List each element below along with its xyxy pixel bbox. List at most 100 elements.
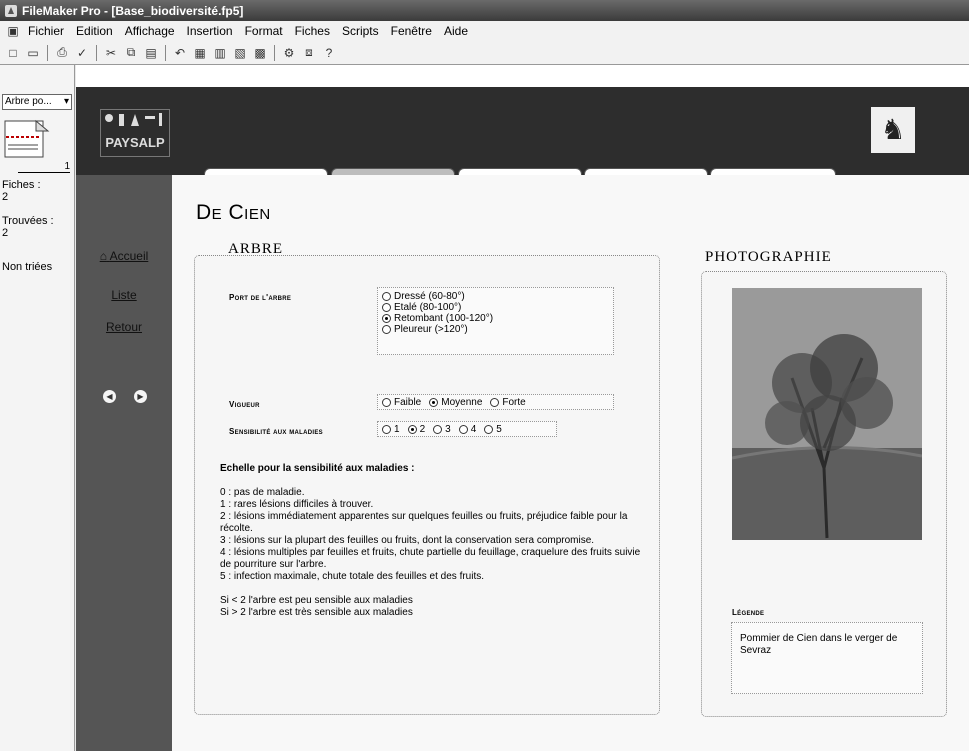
toolbar-separator	[47, 44, 48, 61]
toolbar-separator	[96, 44, 97, 61]
menu-fiches[interactable]: Fiches	[289, 24, 336, 38]
sort-state: Non triées	[2, 261, 53, 273]
menu-fichier[interactable]: Fichier	[22, 24, 70, 38]
sensibilite-field: 1 2 3 4 5	[377, 421, 557, 437]
menu-scripts[interactable]: Scripts	[336, 24, 385, 38]
radio-button	[490, 398, 500, 407]
port-option-label: Etalé (80-100°)	[394, 302, 462, 313]
side-navigation: ⌂ Accueil Liste Retour ◀ ▶	[76, 175, 172, 751]
record-navigation: ◀ ▶	[103, 390, 147, 403]
port-option-dresse[interactable]: Dressé (60-80°)	[382, 291, 609, 302]
vigueur-label: Vigueur	[229, 400, 260, 409]
filemaker-app-icon	[4, 4, 18, 18]
document-icon[interactable]: ▣	[4, 22, 22, 40]
spell-icon[interactable]: ✓	[73, 44, 91, 62]
sort-icon[interactable]: ▦	[191, 44, 209, 62]
previous-record-icon[interactable]: ◀	[103, 390, 116, 403]
header-banner: PAYSALP ♞ Données générales Arbre Fleur …	[76, 87, 969, 196]
sensibilite-option-label: 4	[470, 424, 477, 435]
open-icon[interactable]: ▭	[24, 44, 42, 62]
radio-button-selected	[407, 425, 417, 434]
legend-label: Légende	[732, 608, 765, 617]
menu-insertion[interactable]: Insertion	[181, 24, 239, 38]
port-option-label: Pleureur (>120°)	[394, 324, 468, 335]
menu-fenetre[interactable]: Fenêtre	[385, 24, 438, 38]
menu-edition[interactable]: Edition	[70, 24, 119, 38]
logo-text: PAYSALP	[105, 135, 165, 150]
trouvees-label: Trouvées :	[2, 215, 54, 227]
menu-aide[interactable]: Aide	[438, 24, 474, 38]
sensibilite-option-2[interactable]: 2	[407, 424, 426, 435]
vigueur-option-forte[interactable]: Forte	[490, 397, 526, 408]
toolbar: □ ▭ ⎙ ✓ ✂ ⧉ ▤ ↶ ▦ ▥ ▧ ▩ ⚙ ⧈ ?	[0, 41, 969, 65]
scale-line: 3 : lésions sur la plupart des feuilles …	[220, 535, 595, 546]
menu-affichage[interactable]: Affichage	[119, 24, 181, 38]
sensibilite-option-5[interactable]: 5	[484, 424, 502, 435]
fiches-value: 2	[2, 191, 9, 203]
undo-icon[interactable]: ↶	[171, 44, 189, 62]
help-icon[interactable]: ?	[320, 44, 338, 62]
menu-bar: ▣ Fichier Edition Affichage Insertion Fo…	[0, 21, 969, 41]
port-option-label: Dressé (60-80°)	[394, 291, 465, 302]
sensibilite-option-label: 1	[394, 424, 400, 435]
sensibilite-option-1[interactable]: 1	[382, 424, 400, 435]
nav-retour[interactable]: Retour	[76, 320, 172, 334]
port-option-pleureur[interactable]: Pleureur (>120°)	[382, 324, 609, 335]
nav-liste[interactable]: Liste	[76, 288, 172, 302]
radio-button	[458, 425, 468, 434]
layout-area: PAYSALP ♞ Données générales Arbre Fleur …	[76, 65, 969, 751]
vigueur-option-moyenne[interactable]: Moyenne	[429, 397, 482, 408]
scale-line: 1 : rares lésions difficiles à trouver.	[220, 499, 374, 510]
layout-selector-value: Arbre po...	[5, 96, 52, 107]
new-icon[interactable]: □	[4, 44, 22, 62]
sensibilite-option-label: 3	[445, 424, 451, 435]
paste-icon[interactable]: ▤	[142, 44, 160, 62]
vigueur-option-faible[interactable]: Faible	[382, 397, 421, 408]
toolbar-separator	[165, 44, 166, 61]
scale-line: 0 : pas de maladie.	[220, 487, 305, 498]
layout-icon[interactable]: ▧	[231, 44, 249, 62]
toolbar-separator	[274, 44, 275, 61]
print-icon[interactable]: ⎙	[53, 44, 71, 62]
script-icon[interactable]: ⚙	[280, 44, 298, 62]
fiches-label: Fiches :	[2, 179, 41, 191]
record-content: De Cien ARBRE Port de l'arbre Dressé (60…	[172, 175, 969, 751]
menu-format[interactable]: Format	[239, 24, 289, 38]
window-titlebar: FileMaker Pro - [Base_biodiversité.fp5]	[0, 0, 969, 21]
port-label: Port de l'arbre	[229, 293, 292, 302]
find-icon[interactable]: ▥	[211, 44, 229, 62]
port-option-retombant[interactable]: Retombant (100-120°)	[382, 313, 609, 324]
record-book-icon[interactable]	[4, 117, 52, 161]
vigueur-option-label: Faible	[394, 397, 422, 408]
layout-selector[interactable]: Arbre po... ▾	[2, 94, 72, 110]
sensibilite-option-label: 2	[419, 424, 426, 435]
nav-accueil[interactable]: ⌂ Accueil	[76, 249, 172, 263]
sensibilite-option-3[interactable]: 3	[433, 424, 451, 435]
radio-button	[382, 425, 391, 434]
crest-icon: ♞	[871, 107, 915, 153]
photo-caption[interactable]: Pommier de Cien dans le verger de Sevraz	[731, 622, 923, 694]
radio-button	[382, 325, 391, 334]
vigueur-option-label: Forte	[502, 397, 526, 408]
sensibilite-option-4[interactable]: 4	[458, 424, 477, 435]
home-icon: ⌂	[99, 249, 107, 263]
scale-note: Si > 2 l'arbre est très sensible aux mal…	[220, 607, 413, 618]
chevron-down-icon: ▾	[63, 96, 69, 107]
copy-icon[interactable]: ⧉	[122, 44, 140, 62]
radio-button	[382, 292, 391, 301]
scale-note: Si < 2 l'arbre est peu sensible aux mala…	[220, 595, 413, 606]
trouvees-value: 2	[2, 227, 9, 239]
port-option-etale[interactable]: Etalé (80-100°)	[382, 302, 609, 313]
vigueur-field: Faible Moyenne Forte	[377, 394, 614, 410]
sensibilite-option-label: 5	[496, 424, 502, 435]
record-title: De Cien	[196, 201, 271, 224]
window-icon[interactable]: ⧈	[300, 44, 318, 62]
scale-line: 5 : infection maximale, chute totale des…	[220, 571, 485, 582]
next-record-icon[interactable]: ▶	[134, 390, 147, 403]
table-icon[interactable]: ▩	[251, 44, 269, 62]
vigueur-option-label: Moyenne	[441, 397, 483, 408]
nav-accueil-label: Accueil	[109, 249, 149, 263]
record-number[interactable]: 1	[18, 161, 70, 173]
cut-icon[interactable]: ✂	[102, 44, 120, 62]
radio-button	[433, 425, 443, 434]
